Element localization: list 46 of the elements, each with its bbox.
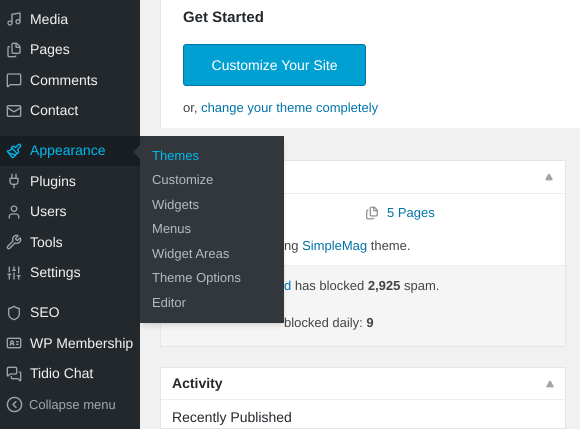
theme-link[interactable]: SimpleMag	[302, 238, 368, 252]
akismet-link[interactable]: d	[284, 278, 292, 293]
change-theme-link[interactable]: change your theme completely	[201, 100, 378, 115]
sidebar-menu-item[interactable]: Contact	[0, 96, 140, 126]
submenu-item[interactable]: Customize	[140, 168, 284, 192]
paintbrush-icon	[6, 142, 22, 159]
collapse-triangle-icon[interactable]	[546, 380, 554, 388]
pages-count-link[interactable]: 5 Pages	[387, 203, 435, 222]
daily-spam-text: blocked daily: 9	[284, 314, 375, 332]
sidebar-menu-item[interactable]: Appearance	[0, 136, 140, 166]
sidebar-menu-item[interactable]: Comments	[0, 65, 140, 96]
spam-text: d has blocked 2,925 spam.	[284, 277, 440, 295]
sidebar-menu-item[interactable]: Settings	[0, 258, 140, 288]
submenu-item[interactable]: Widget Areas	[140, 241, 284, 266]
left-arrow-circle-icon	[6, 396, 23, 413]
sidebar-menu-item[interactable]: Plugins	[0, 166, 140, 196]
pages-icon	[365, 206, 379, 220]
id-card-icon	[6, 335, 22, 352]
change-theme-text: or, change your theme completely	[183, 99, 380, 117]
speech-bubble-icon	[6, 72, 22, 88]
submenu-item[interactable]: Editor	[140, 290, 284, 314]
pages-icon	[6, 42, 22, 58]
section-heading: Recently Published	[171, 408, 293, 427]
submenu-item[interactable]: Menus	[140, 216, 284, 241]
sidebar-menu-item[interactable]: WP Membership	[0, 328, 140, 358]
sidebar-menu-item[interactable]: Pages	[0, 34, 140, 65]
panel-title: Get Started	[183, 8, 265, 28]
chat-bubbles-icon	[6, 366, 22, 382]
wrench-icon	[6, 234, 22, 250]
submenu-item[interactable]: Theme Options	[140, 266, 284, 290]
sidebar-menu-item[interactable]: Users	[0, 196, 140, 227]
sidebar-menu-item[interactable]: SEO	[0, 298, 140, 328]
widget-title: Activity	[172, 374, 223, 393]
theme-text: ng SimpleMag theme.	[284, 236, 412, 255]
envelope-icon	[6, 102, 22, 119]
submenu-item[interactable]: Widgets	[140, 192, 284, 216]
collapse-triangle-icon[interactable]	[545, 173, 553, 181]
submenu-item[interactable]: Themes	[140, 143, 284, 168]
collapse-menu-button[interactable]: Collapse menu	[0, 389, 140, 420]
shield-icon	[6, 304, 22, 321]
sliders-icon	[6, 264, 22, 281]
sidebar-menu-item[interactable]: Tools	[0, 227, 140, 258]
person-icon	[6, 204, 22, 220]
sidebar-menu-item[interactable]: Media	[0, 4, 140, 34]
sidebar-menu-item[interactable]: Tidio Chat	[0, 358, 140, 389]
music-note-icon	[6, 11, 22, 28]
